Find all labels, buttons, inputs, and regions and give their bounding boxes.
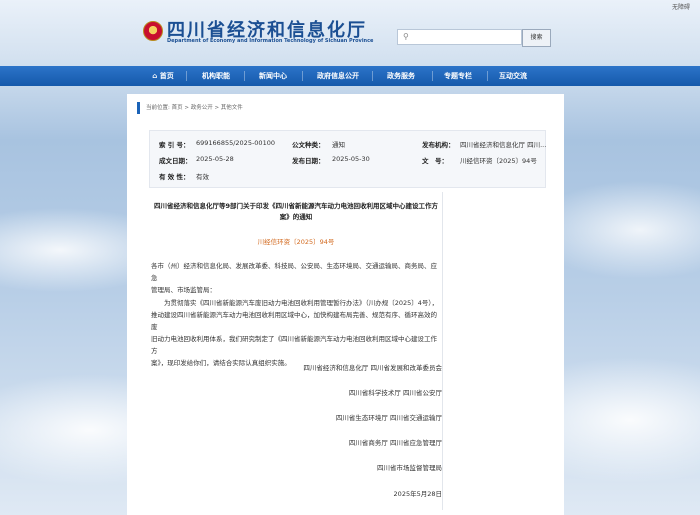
validity-value: 有效	[196, 173, 209, 181]
signature-line: 四川省生态环境厅 四川省交通运输厅	[335, 414, 442, 422]
accessibility-link[interactable]: 无障碍	[672, 2, 690, 11]
created-label: 成文日期：	[159, 157, 192, 165]
national-emblem-icon	[143, 21, 163, 41]
category-value: 通知	[332, 141, 345, 149]
created-value: 2025-05-28	[196, 155, 234, 163]
column-divider	[442, 192, 443, 510]
published-label: 发布日期：	[292, 157, 325, 165]
main-nav: ⌂ 首页 机构职能 新闻中心 政府信息公开 政务服务 专题专栏 互动交流	[0, 66, 700, 86]
document-info-table: 索 引 号： 699166855/2025-00100 公文种类： 通知 发布机…	[149, 130, 546, 188]
nav-separator	[244, 71, 245, 81]
search-input[interactable]: ⚲	[397, 29, 522, 45]
nav-separator	[186, 71, 187, 81]
search-button[interactable]: 搜索	[522, 29, 551, 47]
document-title-line: 案》的通知	[279, 213, 313, 221]
signature-line: 四川省商务厅 四川省应急管理厅	[348, 439, 442, 447]
category-label: 公文种类：	[292, 141, 325, 149]
issuer-value: 四川省经济和信息化厅 四川...	[460, 141, 547, 149]
document-title: 四川省经济和信息化厅等9部门关于印发《四川省新能源汽车动力电池回收利用区域中心建…	[151, 201, 441, 223]
nav-item-home[interactable]: ⌂ 首页	[143, 66, 183, 86]
nav-item-interaction[interactable]: 互动交流	[487, 66, 539, 86]
nav-item-topics[interactable]: 专题专栏	[432, 66, 484, 86]
index-value: 699166855/2025-00100	[196, 139, 275, 147]
addressee-paragraph: 各市（州）经济和信息化局、发展改革委、科技局、公安局、生态环境局、交通运输局、商…	[151, 260, 441, 296]
nav-separator	[302, 71, 303, 81]
document-date: 2025年5月28日	[393, 490, 442, 498]
breadcrumb[interactable]: 当前位置: 首页 > 政务公开 > 其他文件	[137, 102, 243, 114]
docno-value: 川经信环资〔2025〕94号	[460, 157, 537, 165]
paragraph-line: 旧动力电池回收利用体系，我们研究制定了《四川省新能源汽车动力电池回收利用区域中心…	[151, 335, 437, 355]
paragraph-line: 管理局、市场监管局：	[151, 286, 216, 294]
docno-label: 文 号：	[422, 157, 448, 165]
body-paragraph: 为贯彻落实《四川省新能源汽车废旧动力电池回收利用管理暂行办法》（川办规〔2025…	[151, 297, 441, 369]
paragraph-line: 推动建设四川省新能源汽车动力电池回收利用区域中心，加快构建布局完善、规范有序、循…	[151, 311, 437, 331]
signature-line: 四川省科学技术厅 四川省公安厅	[348, 389, 442, 397]
document-number: 川经信环资〔2025〕94号	[257, 238, 335, 246]
site-logo-subtitle: Department of Economy and Information Te…	[167, 38, 374, 44]
validity-label: 有 效 性：	[159, 173, 190, 181]
search-icon: ⚲	[403, 32, 409, 41]
index-label: 索 引 号：	[159, 141, 190, 149]
home-icon: ⌂	[152, 72, 158, 80]
published-value: 2025-05-30	[332, 155, 370, 163]
nav-item-news[interactable]: 新闻中心	[249, 66, 297, 86]
signature-line: 四川省经济和信息化厅 四川省发展和改革委员会	[303, 364, 442, 372]
nav-item-functions[interactable]: 机构职能	[192, 66, 240, 86]
nav-item-info-disclosure[interactable]: 政府信息公开	[308, 66, 368, 86]
paragraph-line: 各市（州）经济和信息化局、发展改革委、科技局、公安局、生态环境局、交通运输局、商…	[151, 262, 437, 282]
top-bar: 无障碍	[0, 0, 700, 12]
content-panel: 当前位置: 首页 > 政务公开 > 其他文件 索 引 号： 699166855/…	[127, 94, 564, 515]
issuer-label: 发布机构：	[422, 141, 455, 149]
paragraph-line: 为贯彻落实《四川省新能源汽车废旧动力电池回收利用管理暂行办法》（川办规〔2025…	[151, 299, 439, 307]
document-title-line: 四川省经济和信息化厅等9部门关于印发《四川省新能源汽车动力电池回收利用区域中心建…	[153, 202, 439, 210]
nav-item-services[interactable]: 政务服务	[373, 66, 429, 86]
signature-line: 四川省市场监督管理局	[377, 464, 442, 472]
